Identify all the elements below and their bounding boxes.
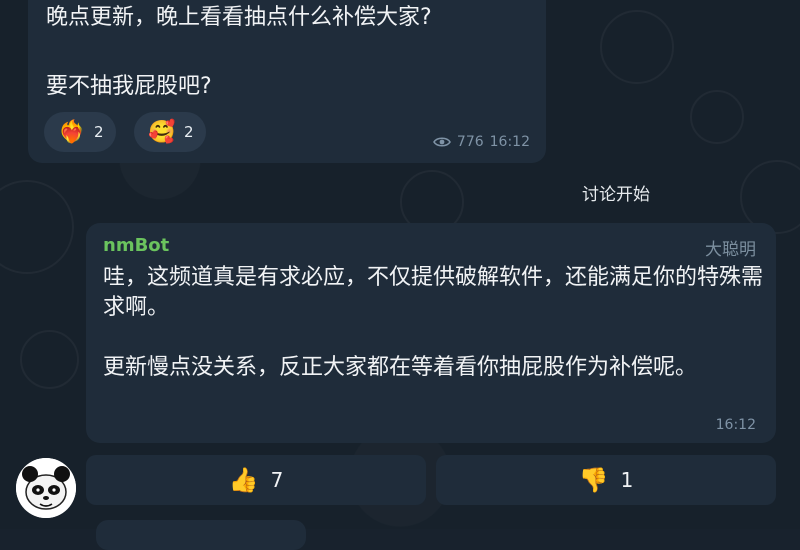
- smiling-face-with-hearts-icon: 🥰: [148, 119, 176, 145]
- view-count: 776: [456, 134, 484, 150]
- channel-post-bubble[interactable]: 晚点更新，晚上看看抽点什么补偿大家? 要不抽我屁股吧? ❤️‍🔥 2 🥰 2 7…: [28, 0, 546, 163]
- reaction-count: 2: [184, 123, 194, 141]
- wallpaper-doodle: [600, 10, 674, 84]
- post-time: 16:12: [489, 134, 530, 150]
- wallpaper-doodle: [20, 330, 79, 389]
- wallpaper-doodle: [0, 180, 74, 274]
- message-time: 16:12: [715, 417, 756, 433]
- next-message-bubble[interactable]: [96, 520, 306, 550]
- vote-count: 7: [270, 468, 284, 492]
- post-text-line: 晚点更新，晚上看看抽点什么补偿大家?: [46, 5, 432, 30]
- post-text-line: 要不抽我屁股吧?: [46, 74, 212, 99]
- reaction-heart-on-fire[interactable]: ❤️‍🔥 2: [44, 112, 116, 152]
- panda-avatar-icon: [16, 458, 76, 518]
- sender-name[interactable]: nmBot: [103, 235, 169, 256]
- reaction-smiling-hearts[interactable]: 🥰 2: [134, 112, 206, 152]
- thumbs-down-vote-button[interactable]: 👎 1: [436, 455, 776, 505]
- message-paragraph: 更新慢点没关系，反正大家都在等着看你抽屁股作为补偿呢。: [103, 355, 698, 380]
- sender-title-tag: 大聪明: [705, 240, 756, 260]
- post-meta: 776 16:12: [432, 134, 530, 150]
- reaction-count: 2: [94, 123, 104, 141]
- wallpaper-doodle: [690, 90, 744, 144]
- eye-icon: [432, 137, 451, 147]
- vote-count: 1: [620, 468, 634, 492]
- bot-message-bubble[interactable]: nmBot 大聪明 哇，这频道真是有求必应，不仅提供破解软件，还能满足你的特殊需…: [86, 223, 776, 443]
- heart-on-fire-icon: ❤️‍🔥: [58, 119, 86, 145]
- message-paragraph: 哇，这频道真是有求必应，不仅提供破解软件，还能满足你的特殊需求啊。: [103, 265, 764, 320]
- message-text: 哇，这频道真是有求必应，不仅提供破解软件，还能满足你的特殊需求啊。 更新慢点没关…: [103, 263, 763, 383]
- thumbs-up-vote-button[interactable]: 👍 7: [86, 455, 426, 505]
- thumbs-down-icon: 👎: [578, 466, 609, 494]
- discussion-started-label: 讨论开始: [582, 185, 650, 205]
- avatar[interactable]: [16, 458, 76, 518]
- thumbs-up-icon: 👍: [228, 466, 259, 494]
